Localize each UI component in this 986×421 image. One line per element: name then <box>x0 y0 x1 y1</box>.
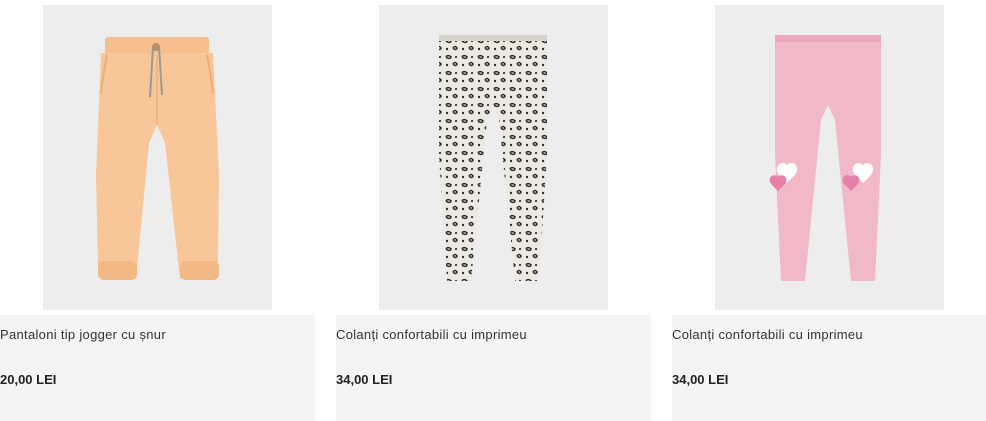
product-price: 34,00 LEI <box>336 372 393 387</box>
product-card[interactable]: Pantaloni tip jogger cu șnur 20,00 LEI <box>0 0 315 421</box>
product-image-area[interactable] <box>336 0 651 315</box>
product-title[interactable]: Pantaloni tip jogger cu șnur <box>0 327 166 342</box>
product-card[interactable]: Colanți confortabili cu imprimeu 34,00 L… <box>672 0 986 421</box>
pink-heart-leggings-image[interactable] <box>715 5 944 310</box>
product-image-area[interactable] <box>672 0 986 315</box>
product-price: 20,00 LEI <box>0 372 57 387</box>
leopard-leggings-image[interactable] <box>379 5 608 310</box>
product-card[interactable]: Colanți confortabili cu imprimeu 34,00 L… <box>336 0 651 421</box>
product-image-area[interactable] <box>0 0 315 315</box>
product-price: 34,00 LEI <box>672 372 729 387</box>
product-title[interactable]: Colanți confortabili cu imprimeu <box>336 327 527 342</box>
product-title[interactable]: Colanți confortabili cu imprimeu <box>672 327 863 342</box>
jogger-pants-image[interactable] <box>43 5 272 310</box>
